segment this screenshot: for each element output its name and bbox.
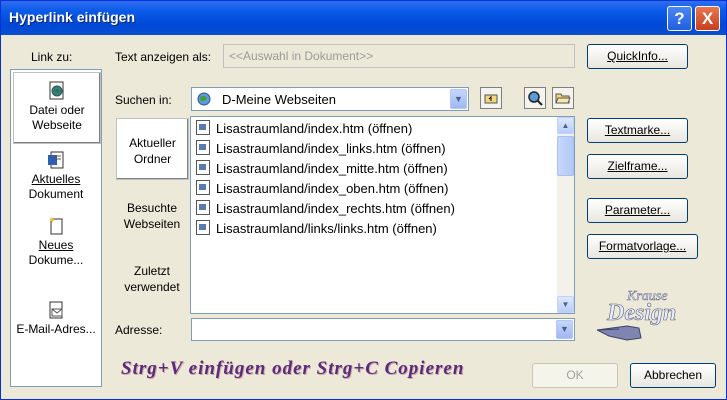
link-zu-label: Link zu: bbox=[31, 50, 73, 64]
list-item[interactable]: Lisastraumland/index_links.htm (öffnen) bbox=[196, 140, 446, 158]
tab-recently-used[interactable]: Zuletzt verwendet bbox=[114, 263, 190, 303]
email-icon bbox=[49, 301, 63, 319]
list-item[interactable]: Lisastraumland/index.htm (öffnen) bbox=[196, 120, 412, 138]
document-icon bbox=[48, 151, 64, 169]
html-file-icon bbox=[196, 140, 210, 155]
file-list-scrollbar[interactable]: ▲ ▼ bbox=[557, 117, 574, 313]
link-to-bar: Datei oder Webseite Aktuelles Dokument N… bbox=[10, 69, 102, 387]
window-title: Hyperlink einfügen bbox=[9, 9, 136, 25]
file-list[interactable]: Lisastraumland/index.htm (öffnen) Lisast… bbox=[190, 116, 575, 314]
file-name: Lisastraumland/index_mitte.htm (öffnen) bbox=[216, 161, 448, 176]
scroll-up-button[interactable]: ▲ bbox=[557, 117, 574, 134]
html-file-icon bbox=[196, 200, 210, 215]
ok-button[interactable]: OK bbox=[532, 363, 618, 388]
target-frame-button-label: Zielframe... bbox=[607, 159, 668, 173]
hint-banner: Strg+V einfügen oder Strg+C Copieren bbox=[121, 358, 465, 379]
list-item[interactable]: Lisastraumland/index_mitte.htm (öffnen) bbox=[196, 160, 448, 178]
tab-visited-pages[interactable]: Besuchte Webseiten bbox=[114, 200, 190, 240]
style-button-label: Formatvorlage... bbox=[598, 239, 687, 253]
link-to-file-web-line1: Datei oder bbox=[29, 103, 85, 117]
folder-up-icon bbox=[484, 94, 498, 104]
web-file-icon bbox=[49, 81, 64, 100]
tab-visited-pages-line2: Webseiten bbox=[123, 217, 181, 231]
link-to-new-document-line2: Dokume... bbox=[28, 253, 84, 267]
title-bar[interactable]: Hyperlink einfügen ? X bbox=[1, 1, 726, 35]
display-text-value: <<Auswahl in Dokument>> bbox=[229, 49, 374, 63]
cancel-button[interactable]: Abbrechen bbox=[630, 363, 716, 388]
display-text-field[interactable]: <<Auswahl in Dokument>> bbox=[223, 44, 575, 68]
list-item[interactable]: Lisastraumland/index_rechts.htm (öffnen) bbox=[196, 200, 455, 218]
tab-current-folder-line1: Aktueller bbox=[129, 136, 176, 150]
look-in-select[interactable]: D-Meine Webseiten ▼ bbox=[191, 87, 469, 111]
file-name: Lisastraumland/index.htm (öffnen) bbox=[216, 121, 413, 136]
html-file-icon bbox=[196, 160, 210, 175]
close-button[interactable]: X bbox=[695, 6, 720, 31]
style-button[interactable]: Formatvorlage... bbox=[587, 234, 698, 259]
bookmark-button-label: Textmarke... bbox=[604, 123, 671, 137]
search-web-button[interactable] bbox=[524, 87, 546, 109]
tab-visited-pages-line1: Besuchte bbox=[126, 201, 178, 215]
html-file-icon bbox=[196, 120, 210, 135]
adresse-label: Adresse: bbox=[115, 323, 163, 337]
quickinfo-button[interactable]: QuickInfo... bbox=[587, 44, 688, 69]
tab-current-folder-line2: Ordner bbox=[133, 152, 172, 166]
file-name: Lisastraumland/index_links.htm (öffnen) bbox=[216, 141, 446, 156]
address-dropdown-arrow[interactable]: ▼ bbox=[556, 320, 573, 339]
parameter-button[interactable]: Parameter... bbox=[587, 198, 688, 223]
look-in-value: D-Meine Webseiten bbox=[222, 92, 336, 107]
folder-up-button[interactable] bbox=[480, 87, 502, 109]
svg-text:Design: Design bbox=[606, 300, 676, 326]
text-anzeigen-label: Text anzeigen als: bbox=[115, 50, 212, 64]
file-name: Lisastraumland/index_oben.htm (öffnen) bbox=[216, 181, 449, 196]
file-name: Lisastraumland/links/links.htm (öffnen) bbox=[216, 221, 437, 236]
link-to-file-web-line2: Webseite bbox=[32, 118, 82, 132]
tab-recently-used-line2: verwendet bbox=[124, 280, 180, 294]
link-to-email-line1: E-Mail-Adres... bbox=[16, 322, 96, 336]
quickinfo-button-label: QuickInfo... bbox=[607, 49, 668, 63]
suchen-in-label: Suchen in: bbox=[115, 93, 172, 107]
link-to-current-document-line2: Dokument bbox=[28, 187, 84, 201]
help-button[interactable]: ? bbox=[667, 6, 692, 31]
designer-logo: Krause Design bbox=[597, 289, 677, 341]
file-view-tabs: Aktueller Ordner Besuchte Webseiten Zule… bbox=[114, 116, 190, 310]
search-web-icon bbox=[528, 91, 543, 106]
target-frame-button[interactable]: Zielframe... bbox=[587, 154, 688, 179]
link-to-current-document[interactable]: Aktuelles Dokument bbox=[11, 150, 101, 206]
link-to-email[interactable]: E-Mail-Adres... bbox=[11, 300, 101, 340]
list-item[interactable]: Lisastraumland/index_oben.htm (öffnen) bbox=[196, 180, 448, 198]
file-name: Lisastraumland/index_rechts.htm (öffnen) bbox=[216, 201, 455, 216]
web-folder-icon bbox=[197, 92, 211, 106]
open-folder-button[interactable] bbox=[552, 87, 574, 109]
tab-current-folder[interactable]: Aktueller Ordner bbox=[116, 118, 189, 180]
link-to-new-document[interactable]: Neues Dokume... bbox=[11, 216, 101, 272]
look-in-dropdown-arrow[interactable]: ▼ bbox=[450, 89, 467, 109]
bookmark-button[interactable]: Textmarke... bbox=[587, 118, 688, 143]
link-to-current-document-line1: Aktuelles bbox=[31, 172, 81, 186]
link-to-new-document-line1: Neues bbox=[38, 238, 74, 252]
tab-recently-used-line1: Zuletzt bbox=[133, 264, 170, 278]
list-item[interactable]: Lisastraumland/links/links.htm (öffnen) bbox=[196, 220, 437, 238]
scroll-down-button[interactable]: ▼ bbox=[557, 296, 574, 313]
link-to-file-web[interactable]: Datei oder Webseite bbox=[13, 72, 101, 144]
new-document-icon bbox=[50, 217, 63, 235]
html-file-icon bbox=[196, 220, 210, 235]
html-file-icon bbox=[196, 180, 210, 195]
open-folder-icon bbox=[555, 93, 571, 104]
hyperlink-dialog: Hyperlink einfügen ? X Link zu: Datei od… bbox=[0, 0, 727, 400]
address-input[interactable]: ▼ bbox=[191, 318, 575, 341]
scroll-thumb[interactable] bbox=[557, 136, 574, 176]
parameter-button-label: Parameter... bbox=[604, 203, 671, 217]
